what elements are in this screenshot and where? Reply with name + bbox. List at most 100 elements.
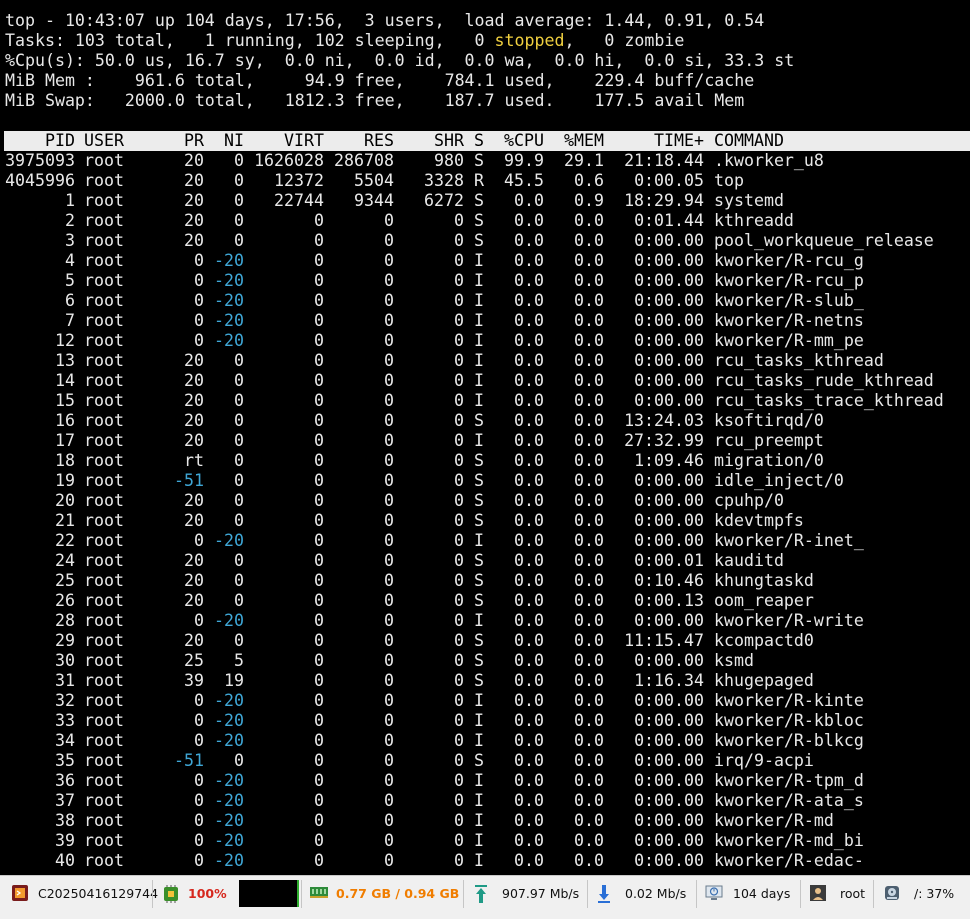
table-row[interactable]: 28 root 0 -20 0 0 0 I 0.0 0.0 0:00.00 kworker/R-wri… xyxy=(0,611,970,631)
cell-command: khungtaskd xyxy=(714,571,814,590)
table-row[interactable]: 16 root 20 0 0 0 0 S 0.0 0.0 13:24.03 ksoftirqd/0 xyxy=(0,411,970,431)
cell-command: kworker/R-md_bi xyxy=(714,831,864,850)
disk-item[interactable]: /: 37% xyxy=(884,876,954,910)
column-header-time[interactable]: TIME+ xyxy=(564,131,704,151)
user-item[interactable]: root xyxy=(810,876,865,910)
cell-time: 0:00.00 xyxy=(634,651,704,670)
table-row[interactable]: 21 root 20 0 0 0 0 S 0.0 0.0 0:00.00 kdevtmpfs xyxy=(0,511,970,531)
cell-command: kworker/R-tpm_d xyxy=(714,771,864,790)
cell-command: pool_workqueue_release xyxy=(714,231,934,250)
table-row[interactable]: 2 root 20 0 0 0 0 S 0.0 0.0 0:01.44 kthreadd xyxy=(0,211,970,231)
summary-uptime-line: top - 10:43:07 up 104 days, 17:56, 3 use… xyxy=(5,11,765,30)
cell-time: 0:00.00 xyxy=(634,531,704,550)
summary-tasks-line: Tasks: 103 total, 1 running, 102 sleepin… xyxy=(5,31,965,51)
table-row[interactable]: 36 root 0 -20 0 0 0 I 0.0 0.0 0:00.00 kworker/R-tpm… xyxy=(0,771,970,791)
memory-icon xyxy=(310,885,328,901)
table-row[interactable]: 34 root 0 -20 0 0 0 I 0.0 0.0 0:00.00 kworker/R-blk… xyxy=(0,731,970,751)
table-row[interactable]: 26 root 20 0 0 0 0 S 0.0 0.0 0:00.13 oom_reaper xyxy=(0,591,970,611)
table-row[interactable]: 3975093 root 20 0 1626028 286708 980 S 99.9 29.1 2… xyxy=(0,151,970,171)
cell-command: rcu_preempt xyxy=(714,431,824,450)
cell-command: ksmd xyxy=(714,651,754,670)
uptime-item[interactable]: 104 days xyxy=(705,876,790,910)
cell-time: 0:00.00 xyxy=(634,491,704,510)
table-row[interactable]: 13 root 20 0 0 0 0 I 0.0 0.0 0:00.00 rcu_tasks_kthr… xyxy=(0,351,970,371)
cell-time: 0:00.00 xyxy=(634,231,704,250)
upload-icon xyxy=(474,885,490,903)
divider xyxy=(301,880,302,908)
table-row[interactable]: 31 root 39 19 0 0 0 S 0.0 0.0 1:16.34 khugepaged xyxy=(0,671,970,691)
cell-time: 11:15.47 xyxy=(624,631,704,650)
disk-icon xyxy=(884,885,900,901)
table-row[interactable]: 4 root 0 -20 0 0 0 I 0.0 0.0 0:00.00 kworker/R-rcu_… xyxy=(0,251,970,271)
cell-time: 0:00.00 xyxy=(634,391,704,410)
table-row[interactable]: 24 root 20 0 0 0 0 S 0.0 0.0 0:00.01 kauditd xyxy=(0,551,970,571)
download-speed-value: 0.02 Mb/s xyxy=(625,885,687,901)
upload-speed-value: 907.97 Mb/s xyxy=(502,885,580,901)
table-row[interactable]: 19 root -51 0 0 0 0 S 0.0 0.0 0:00.00 idle_inject/0 xyxy=(0,471,970,491)
table-row[interactable]: 4045996 root 20 0 12372 5504 3328 R 45.5 0.6 0:00.… xyxy=(0,171,970,191)
cell-command: rcu_tasks_kthread xyxy=(714,351,884,370)
cell-time: 0:00.00 xyxy=(634,331,704,350)
table-row[interactable]: 35 root -51 0 0 0 0 S 0.0 0.0 0:00.00 irq/9-acpi xyxy=(0,751,970,771)
user-value: root xyxy=(840,885,866,901)
cell-time: 18:29.94 xyxy=(624,191,704,210)
cell-time: 0:00.00 xyxy=(634,511,704,530)
cell-command: kworker/R-slub_ xyxy=(714,291,864,310)
cell-time: 21:18.44 xyxy=(624,151,704,170)
divider xyxy=(800,880,801,908)
cell-command: kworker/R-write xyxy=(714,611,864,630)
table-row[interactable]: 14 root 20 0 0 0 0 I 0.0 0.0 0:00.00 rcu_tasks_rude… xyxy=(0,371,970,391)
cell-time: 0:00.00 xyxy=(634,791,704,810)
table-row[interactable]: 20 root 20 0 0 0 0 S 0.0 0.0 0:00.00 cpuhp/0 xyxy=(0,491,970,511)
cell-time: 0:00.00 xyxy=(634,311,704,330)
cell-command: kworker/R-inet_ xyxy=(714,531,864,550)
cell-time: 1:16.34 xyxy=(634,671,704,690)
uptime-value: 104 days xyxy=(733,885,791,901)
download-item[interactable]: 0.02 Mb/s xyxy=(597,876,686,910)
host-item[interactable]: C20250416129744 xyxy=(12,876,158,910)
table-row[interactable]: 17 root 20 0 0 0 0 I 0.0 0.0 27:32.99 rcu_preempt xyxy=(0,431,970,451)
table-row[interactable]: 5 root 0 -20 0 0 0 I 0.0 0.0 0:00.00 kworker/R-rcu_… xyxy=(0,271,970,291)
table-row[interactable]: 7 root 0 -20 0 0 0 I 0.0 0.0 0:00.00 kworker/R-netn… xyxy=(0,311,970,331)
table-row[interactable]: 39 root 0 -20 0 0 0 I 0.0 0.0 0:00.00 kworker/R-md_… xyxy=(0,831,970,851)
cell-command: rcu_tasks_rude_kthread xyxy=(714,371,934,390)
cell-time: 0:00.00 xyxy=(634,851,704,870)
disk-usage-value: /: 37% xyxy=(914,885,955,901)
table-row[interactable]: 22 root 0 -20 0 0 0 I 0.0 0.0 0:00.00 kworker/R-ine… xyxy=(0,531,970,551)
upload-item[interactable]: 907.97 Mb/s xyxy=(474,876,579,910)
cell-time: 0:00.00 xyxy=(634,291,704,310)
cell-time: 0:00.00 xyxy=(634,831,704,850)
table-row[interactable]: 29 root 20 0 0 0 0 S 0.0 0.0 11:15.47 kcompactd0 xyxy=(0,631,970,651)
table-row[interactable]: 3 root 20 0 0 0 0 S 0.0 0.0 0:00.00 pool_workqueue_… xyxy=(0,231,970,251)
cell-time: 0:00.13 xyxy=(634,591,704,610)
cell-time: 0:00.05 xyxy=(634,171,704,190)
cell-time: 0:00.00 xyxy=(634,691,704,710)
table-row[interactable]: 18 root rt 0 0 0 0 S 0.0 0.0 1:09.46 migration/0 xyxy=(0,451,970,471)
table-row[interactable]: 25 root 20 0 0 0 0 S 0.0 0.0 0:10.46 khungtaskd xyxy=(0,571,970,591)
cpu-item[interactable]: 100% xyxy=(162,876,227,910)
table-row[interactable]: 15 root 20 0 0 0 0 I 0.0 0.0 0:00.00 rcu_tasks_trac… xyxy=(0,391,970,411)
cell-time: 13:24.03 xyxy=(624,411,704,430)
table-row[interactable]: 37 root 0 -20 0 0 0 I 0.0 0.0 0:00.00 kworker/R-ata… xyxy=(0,791,970,811)
table-row[interactable]: 33 root 0 -20 0 0 0 I 0.0 0.0 0:00.00 kworker/R-kbl… xyxy=(0,711,970,731)
memory-item[interactable]: 0.77 GB / 0.94 GB xyxy=(310,876,459,910)
cell-command: irq/9-acpi xyxy=(714,751,814,770)
cell-time: 27:32.99 xyxy=(624,431,704,450)
summary-mem-line: MiB Mem : 961.6 total, 94.9 free, 784.1 … xyxy=(5,71,755,90)
table-row[interactable]: 32 root 0 -20 0 0 0 I 0.0 0.0 0:00.00 kworker/R-kin… xyxy=(0,691,970,711)
tasks-stopped-label: stopped xyxy=(494,31,565,50)
status-taskbar: C20250416129744 100% 0.77 GB / 0.94 GB 9… xyxy=(0,875,970,919)
terminal-icon xyxy=(12,885,28,901)
table-row[interactable]: 38 root 0 -20 0 0 0 I 0.0 0.0 0:00.00 kworker/R-md xyxy=(0,811,970,831)
cpu-icon xyxy=(162,885,178,903)
summary-cpu-line: %Cpu(s): 50.0 us, 16.7 sy, 0.0 ni, 0.0 i… xyxy=(5,51,795,70)
column-header-command[interactable]: COMMAND xyxy=(714,131,784,151)
table-row[interactable]: 40 root 0 -20 0 0 0 I 0.0 0.0 0:00.00 kworker/R-eda… xyxy=(0,851,970,871)
table-row[interactable]: 6 root 0 -20 0 0 0 I 0.0 0.0 0:00.00 kworker/R-slub… xyxy=(0,291,970,311)
cell-command: kworker/R-netns xyxy=(714,311,864,330)
terminal-window[interactable]: top - 10:43:07 up 104 days, 17:56, 3 use… xyxy=(0,0,970,875)
table-row[interactable]: 30 root 25 5 0 0 0 S 0.0 0.0 0:00.00 ksmd xyxy=(0,651,970,671)
table-row[interactable]: 12 root 0 -20 0 0 0 I 0.0 0.0 0:00.00 kworker/R-mm_… xyxy=(0,331,970,351)
cell-command: top xyxy=(714,171,744,190)
table-row[interactable]: 1 root 20 0 22744 9344 6272 S 0.0 0.9 18:29.94 syst… xyxy=(0,191,970,211)
